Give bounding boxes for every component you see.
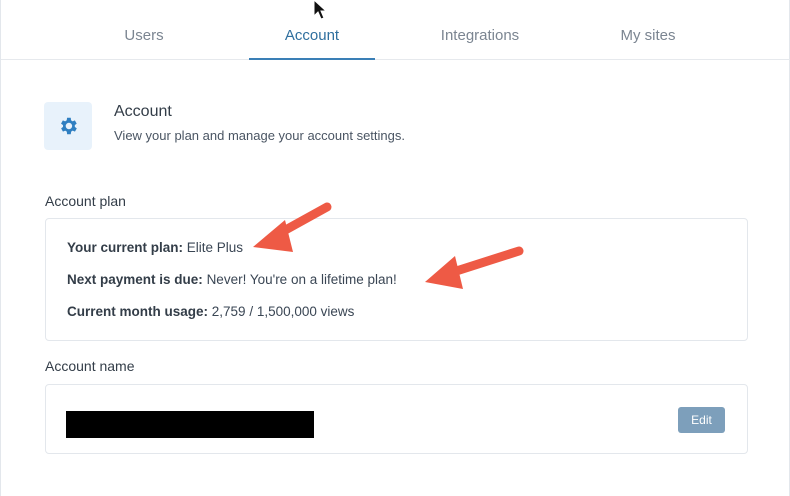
next-payment-value: Never! You're on a lifetime plan! bbox=[206, 272, 397, 287]
current-plan-value: Elite Plus bbox=[186, 240, 244, 255]
gear-icon bbox=[61, 117, 77, 135]
current-plan-label: Your current plan: bbox=[67, 240, 184, 255]
redacted-account-name bbox=[66, 411, 314, 438]
usage-label: Current month usage: bbox=[67, 304, 209, 319]
settings-page: Users Account Integrations My sites Acco… bbox=[0, 0, 790, 496]
account-name-heading: Account name bbox=[45, 358, 135, 374]
account-plan-heading: Account plan bbox=[45, 193, 126, 209]
usage-value: 2,759 / 1,500,000 views bbox=[211, 304, 355, 319]
page-title: Account bbox=[114, 103, 172, 120]
edit-account-name-button[interactable]: Edit bbox=[678, 407, 725, 433]
current-plan-row: Your current plan: Elite Plus bbox=[67, 240, 243, 255]
account-icon-tile bbox=[44, 102, 92, 150]
next-payment-label: Next payment is due: bbox=[67, 272, 203, 287]
mouse-cursor-icon bbox=[313, 0, 328, 20]
usage-row: Current month usage: 2,759 / 1,500,000 v… bbox=[67, 304, 354, 319]
tab-account[interactable]: Account bbox=[252, 0, 372, 60]
tab-my-sites[interactable]: My sites bbox=[588, 0, 708, 60]
tab-integrations[interactable]: Integrations bbox=[415, 0, 545, 60]
page-subtitle: View your plan and manage your account s… bbox=[114, 128, 405, 143]
tab-bar: Users Account Integrations My sites bbox=[1, 0, 790, 60]
active-tab-indicator bbox=[249, 58, 375, 60]
next-payment-row: Next payment is due: Never! You're on a … bbox=[67, 272, 397, 287]
tab-users[interactable]: Users bbox=[84, 0, 204, 60]
